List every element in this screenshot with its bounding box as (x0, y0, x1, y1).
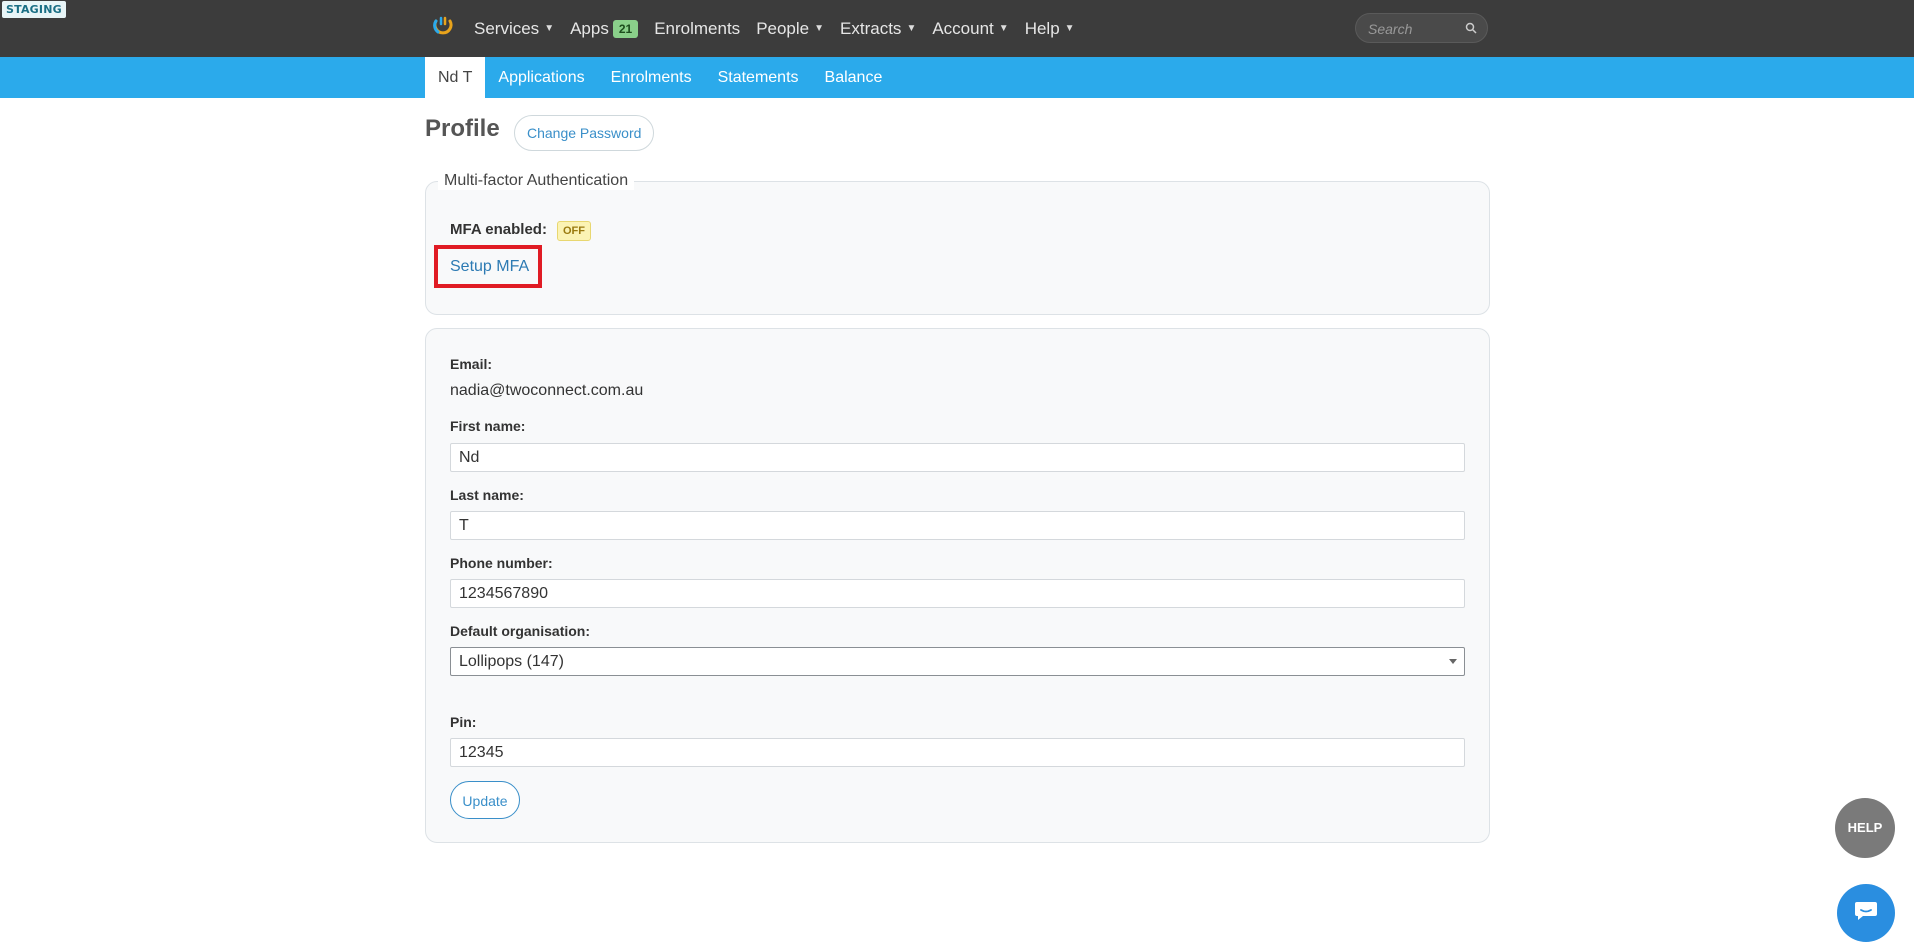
chevron-down-icon (1449, 659, 1457, 664)
app-logo-icon[interactable] (432, 15, 454, 37)
search-icon[interactable] (1465, 22, 1477, 34)
chat-icon (1855, 902, 1877, 920)
profile-form-panel: Email: nadia@twoconnect.com.au First nam… (425, 328, 1490, 843)
nav-apps-label: Apps (570, 18, 609, 38)
subnav-applications-tab[interactable]: Applications (485, 57, 597, 98)
caret-down-icon: ▼ (814, 23, 825, 34)
mfa-panel: Multi-factor Authentication MFA enabled:… (425, 172, 1490, 315)
nav-apps[interactable]: Apps 21 (570, 18, 639, 39)
nav-enrolments-label: Enrolments (654, 18, 741, 38)
default-org-select[interactable]: Lollipops (147) (450, 647, 1465, 676)
pin-label: Pin: (450, 714, 477, 730)
nav-extracts[interactable]: Extracts ▼ (840, 19, 916, 39)
caret-down-icon: ▼ (1064, 23, 1075, 34)
page-title: Profile (425, 115, 500, 142)
subnav-profile-tab[interactable]: Nd T (425, 57, 486, 98)
last-name-field[interactable] (450, 511, 1465, 540)
main-nav: Services ▼ Apps 21 Enrolments People ▼ E… (474, 0, 1091, 57)
mfa-status-badge: OFF (557, 221, 591, 241)
caret-down-icon: ▼ (998, 23, 1009, 34)
pin-field[interactable] (450, 738, 1465, 767)
nav-help-label: Help (1024, 18, 1060, 38)
first-name-field[interactable] (450, 443, 1465, 472)
nav-services-label: Services (474, 18, 540, 38)
phone-label: Phone number: (450, 555, 553, 571)
update-button[interactable]: Update (450, 781, 520, 819)
sub-nav: Nd T Applications Enrolments Statements … (425, 57, 895, 98)
sub-navbar: Nd T Applications Enrolments Statements … (0, 57, 1914, 98)
caret-down-icon: ▼ (906, 23, 917, 34)
nav-enrolments[interactable]: Enrolments (654, 19, 740, 39)
nav-extracts-label: Extracts (840, 18, 902, 38)
phone-field[interactable] (450, 579, 1465, 608)
nav-account-label: Account (932, 18, 994, 38)
caret-down-icon: ▼ (544, 23, 555, 34)
subnav-enrolments-tab[interactable]: Enrolments (598, 57, 705, 98)
top-navbar: STAGING Services ▼ Apps 21 Enrolments Pe… (0, 0, 1914, 57)
email-label: Email: (450, 356, 493, 372)
nav-people-label: People (756, 18, 810, 38)
help-button[interactable]: HELP (1835, 798, 1895, 858)
setup-mfa-link[interactable]: Setup MFA (434, 245, 542, 288)
nav-services[interactable]: Services ▼ (474, 19, 554, 39)
subnav-statements-tab[interactable]: Statements (705, 57, 812, 98)
apps-count-badge: 21 (612, 19, 639, 38)
search-input[interactable] (1366, 20, 1465, 38)
default-org-value: Lollipops (147) (459, 653, 564, 670)
mfa-enabled-label: MFA enabled: (450, 221, 547, 238)
mfa-legend: Multi-factor Authentication (438, 172, 635, 190)
first-name-label: First name: (450, 418, 526, 434)
nav-help[interactable]: Help ▼ (1025, 19, 1075, 39)
staging-badge: STAGING (2, 1, 66, 18)
change-password-button[interactable]: Change Password (514, 115, 655, 151)
chat-button[interactable] (1837, 884, 1895, 942)
default-org-label: Default organisation: (450, 623, 591, 639)
nav-people[interactable]: People ▼ (756, 19, 824, 39)
email-value: nadia@twoconnect.com.au (450, 382, 644, 399)
search-box (1355, 13, 1488, 43)
subnav-balance-tab[interactable]: Balance (812, 57, 896, 98)
nav-account[interactable]: Account ▼ (932, 19, 1008, 39)
last-name-label: Last name: (450, 487, 524, 503)
